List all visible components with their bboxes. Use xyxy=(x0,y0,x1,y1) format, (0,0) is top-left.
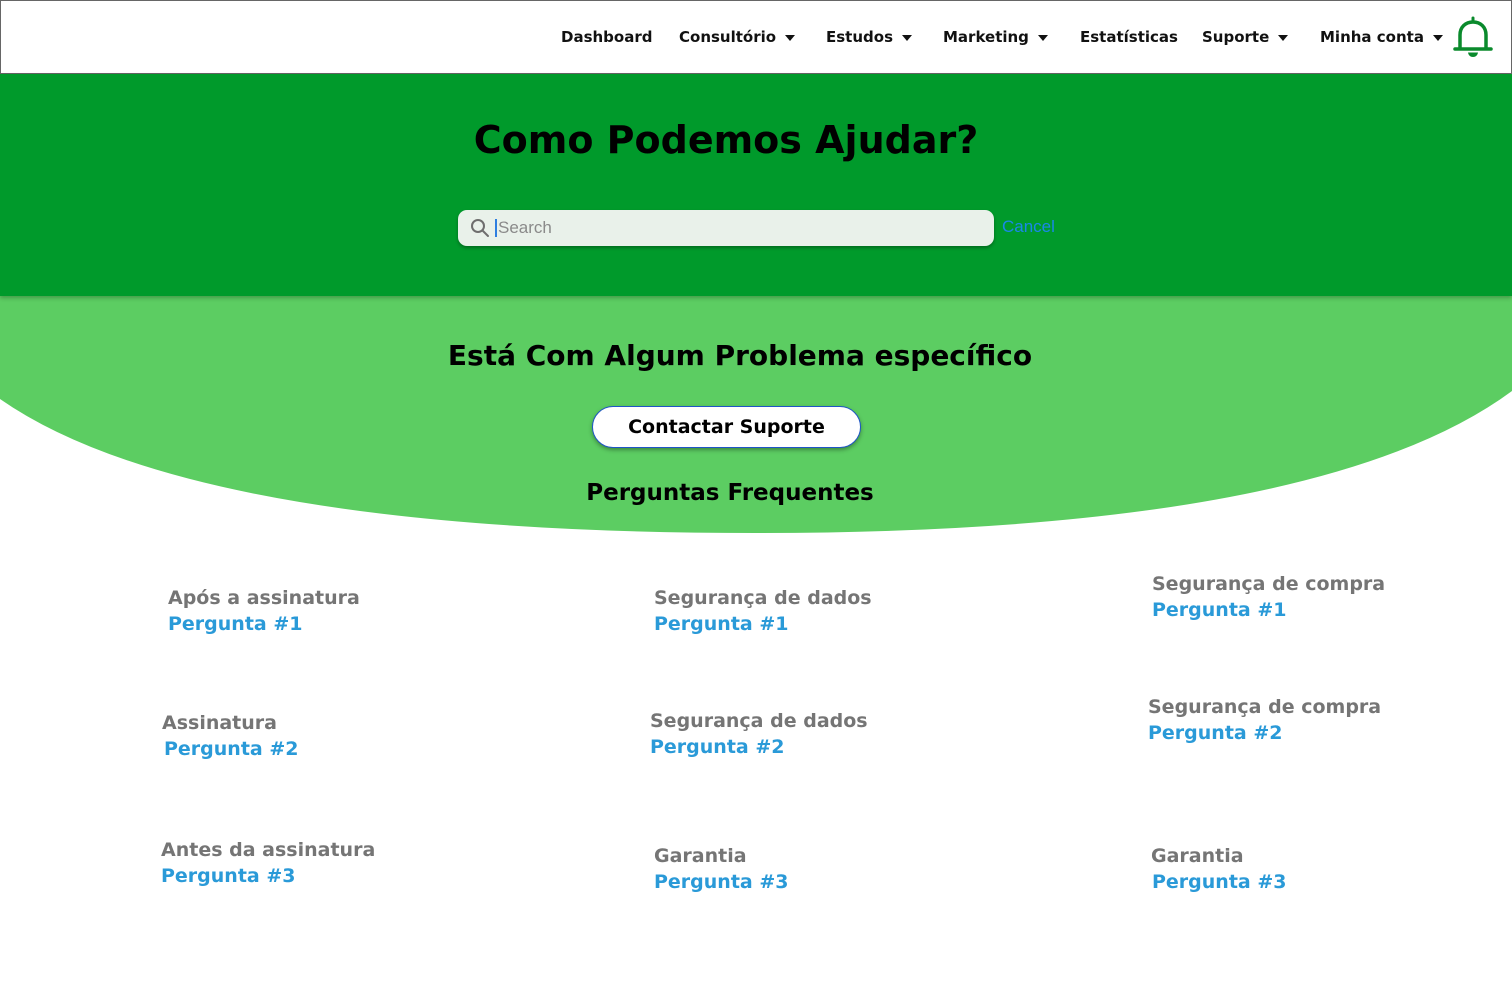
text-cursor xyxy=(495,219,497,237)
faq-item: Após a assinatura Pergunta #1 xyxy=(168,585,360,637)
bell-icon[interactable] xyxy=(1451,15,1495,59)
nav-item-estatisticas[interactable]: Estatísticas xyxy=(1080,25,1178,49)
nav-item-label: Estudos xyxy=(826,28,893,46)
faq-item: Assinatura Pergunta #2 xyxy=(162,710,299,762)
hero-title: Como Podemos Ajudar? xyxy=(473,118,979,162)
cancel-button[interactable]: Cancel xyxy=(1002,217,1055,237)
caret-down-icon xyxy=(785,35,796,41)
nav-item-label: Marketing xyxy=(943,28,1029,46)
faq-category: Segurança de compra xyxy=(1152,573,1386,595)
contact-support-button[interactable]: Contactar Suporte xyxy=(592,406,861,448)
faq-category: Segurança de compra xyxy=(1148,696,1382,718)
faq-question-link[interactable]: Pergunta #2 xyxy=(650,734,785,760)
nav-item-label: Minha conta xyxy=(1320,28,1424,46)
nav-item-suporte[interactable]: Suporte xyxy=(1202,25,1289,49)
faq-category: Garantia xyxy=(1151,845,1244,867)
faq-question-link[interactable]: Pergunta #2 xyxy=(164,736,299,762)
faq-category: Segurança de dados xyxy=(650,710,868,732)
faq-question-link[interactable]: Pergunta #1 xyxy=(1152,597,1287,623)
search-bar[interactable] xyxy=(458,210,994,246)
faq-title: Perguntas Frequentes xyxy=(586,480,874,506)
nav-item-marketing[interactable]: Marketing xyxy=(943,25,1048,49)
nav-item-minha-conta[interactable]: Minha conta xyxy=(1320,25,1443,49)
faq-question-link[interactable]: Pergunta #3 xyxy=(654,869,789,895)
faq-question-link[interactable]: Pergunta #3 xyxy=(161,863,296,889)
nav-item-label: Estatísticas xyxy=(1080,28,1178,46)
caret-down-icon xyxy=(1278,35,1289,41)
nav-item-estudos[interactable]: Estudos xyxy=(826,25,912,49)
faq-category: Antes da assinatura xyxy=(161,839,376,861)
search-input[interactable] xyxy=(498,218,958,238)
faq-item: Antes da assinatura Pergunta #3 xyxy=(161,837,375,889)
faq-item: Garantia Pergunta #3 xyxy=(1151,843,1287,895)
caret-down-icon xyxy=(1037,35,1048,41)
faq-category: Assinatura xyxy=(162,712,277,734)
faq-item: Segurança de compra Pergunta #2 xyxy=(1148,694,1381,746)
nav-item-dashboard[interactable]: Dashboard xyxy=(561,25,652,49)
faq-question-link[interactable]: Pergunta #2 xyxy=(1148,720,1283,746)
hero-section: Como Podemos Ajudar? Cancel xyxy=(0,74,1512,296)
nav-item-label: Suporte xyxy=(1202,28,1270,46)
faq-item: Segurança de compra Pergunta #1 xyxy=(1152,571,1385,623)
faq-category: Segurança de dados xyxy=(654,587,872,609)
faq-question-link[interactable]: Pergunta #3 xyxy=(1152,869,1287,895)
nav-item-label: Consultório xyxy=(679,28,777,46)
faq-question-link[interactable]: Pergunta #1 xyxy=(168,611,303,637)
faq-category: Garantia xyxy=(654,845,747,867)
search-icon xyxy=(471,219,489,237)
problem-title: Está Com Algum Problema específico xyxy=(447,339,1033,372)
nav-item-label: Dashboard xyxy=(561,28,653,46)
faq-item: Garantia Pergunta #3 xyxy=(654,843,789,895)
faq-category: Após a assinatura xyxy=(168,587,360,609)
caret-down-icon xyxy=(902,35,912,41)
caret-down-icon xyxy=(1432,35,1443,41)
faq-question-link[interactable]: Pergunta #1 xyxy=(654,611,789,637)
faq-item: Segurança de dados Pergunta #2 xyxy=(650,708,868,760)
top-navbar: Dashboard Consultório Estudos Marketing … xyxy=(0,0,1512,74)
faq-item: Segurança de dados Pergunta #1 xyxy=(654,585,872,637)
nav-item-consultorio[interactable]: Consultório xyxy=(679,25,796,49)
